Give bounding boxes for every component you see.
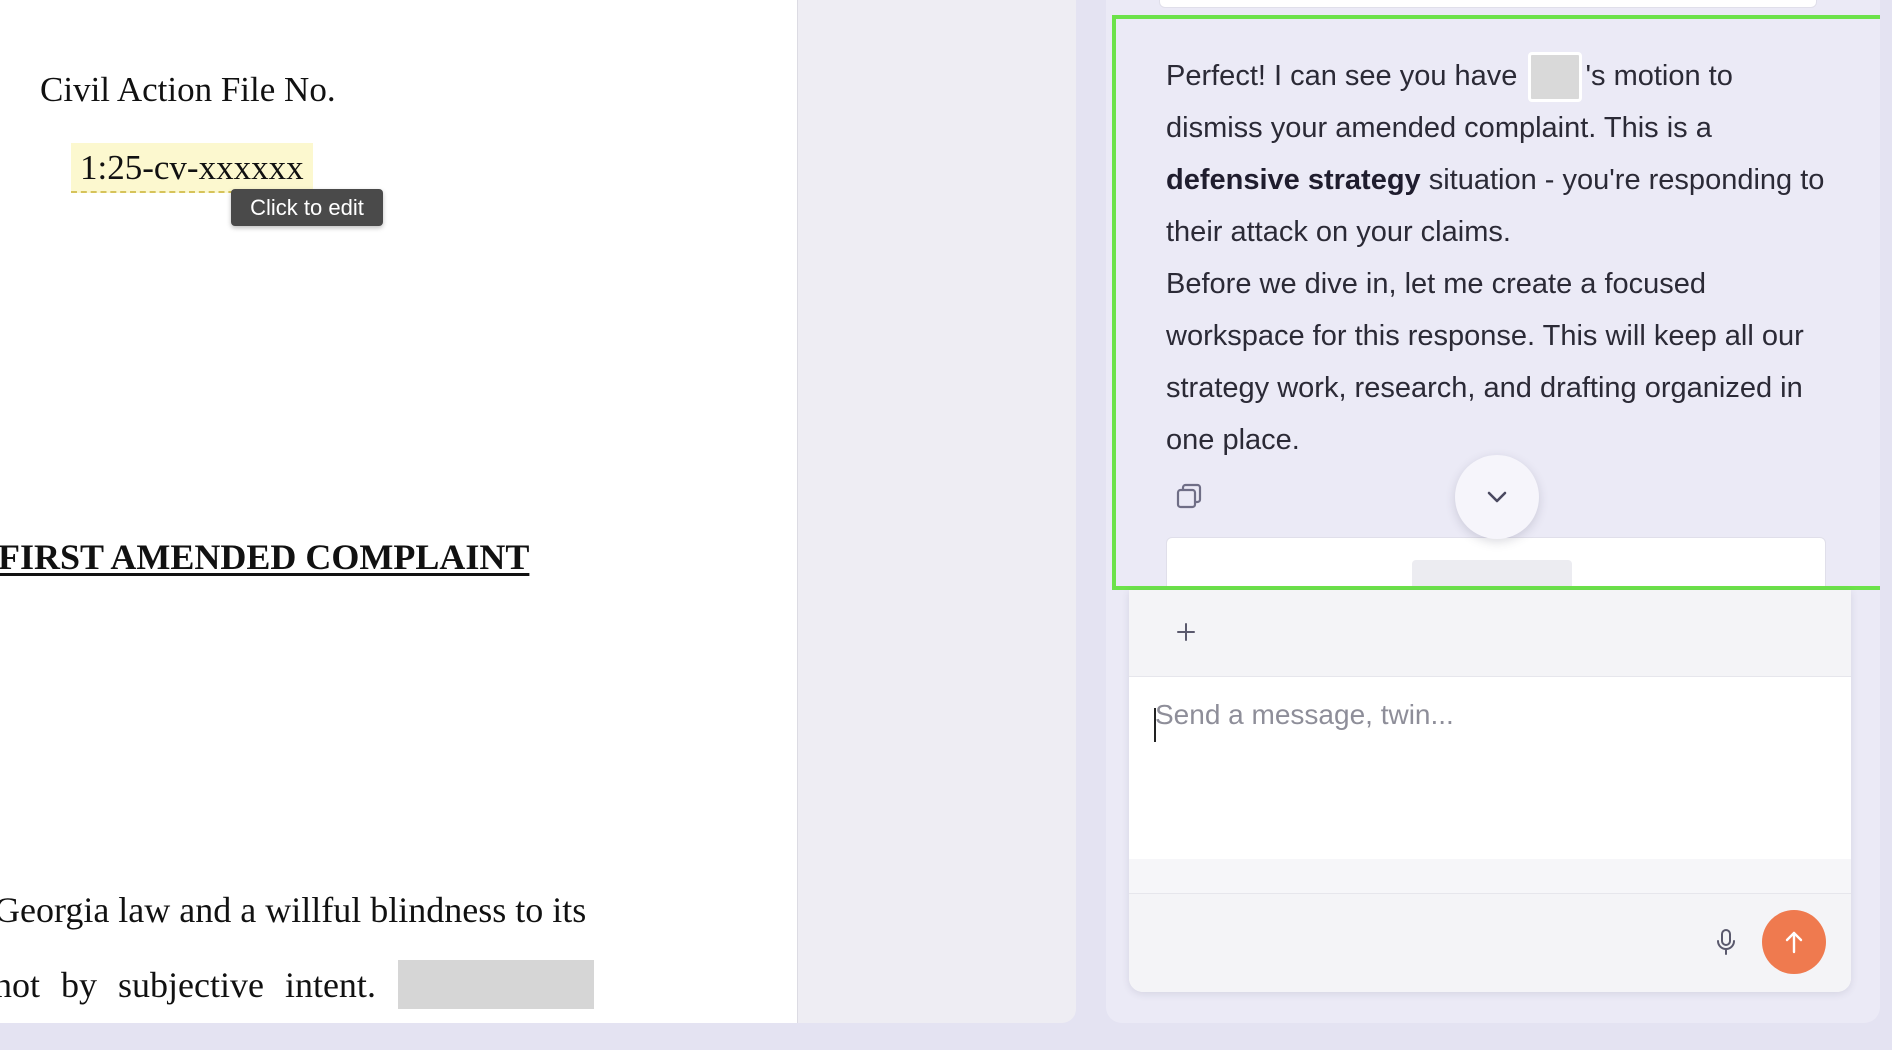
scroll-down-button[interactable] — [1455, 455, 1539, 539]
document-page: Civil Action File No. 1:25-cv-xxxxxx Cli… — [0, 0, 798, 1023]
document-text-line: Georgia law and a willful blindness to i… — [0, 890, 587, 930]
app-window: Civil Action File No. 1:25-cv-xxxxxx Cli… — [0, 0, 1892, 1050]
plus-icon — [1177, 623, 1195, 641]
redacted-name — [1528, 52, 1583, 103]
composer-footer — [1129, 894, 1851, 992]
file-number-label: Civil Action File No. — [40, 70, 336, 109]
add-attachment-button[interactable] — [1169, 615, 1203, 649]
send-button[interactable] — [1762, 910, 1826, 974]
arrow-up-icon — [1785, 931, 1803, 954]
composer-divider — [1129, 859, 1851, 894]
microphone-button[interactable] — [1704, 920, 1748, 964]
previous-card — [1159, 0, 1817, 8]
text-caret — [1154, 708, 1156, 742]
edit-tooltip: Click to edit — [231, 189, 383, 226]
document-pane: Civil Action File No. 1:25-cv-xxxxxx Cli… — [0, 0, 1076, 1023]
message-paragraph: Before we dive in, let me create a focus… — [1166, 268, 1804, 457]
redacted-block — [398, 960, 594, 1009]
chevron-down-icon — [1487, 491, 1507, 503]
assistant-message: Perfect! I can see you have 's motion to… — [1112, 15, 1880, 590]
microphone-icon — [1717, 929, 1735, 955]
chat-panel: Perfect! I can see you have 's motion to… — [1106, 0, 1880, 1023]
message-text-span: Perfect! I can see you have — [1166, 60, 1526, 92]
copy-icon — [1176, 483, 1202, 509]
message-composer — [1129, 590, 1851, 992]
next-card-placeholder — [1412, 560, 1572, 586]
message-body: Perfect! I can see you have 's motion to… — [1166, 50, 1826, 466]
document-text-line: not by subjective intent. — [0, 965, 376, 1005]
next-card — [1166, 537, 1826, 586]
composer-toolbar — [1129, 590, 1851, 677]
document-heading: FIRST AMENDED COMPLAINT — [0, 537, 530, 577]
message-paragraph: Perfect! I can see you have 's motion to… — [1166, 50, 1826, 258]
copy-button[interactable] — [1172, 479, 1206, 513]
message-input[interactable] — [1129, 677, 1851, 859]
message-bold-text: defensive strategy — [1166, 164, 1421, 197]
case-number-field[interactable]: 1:25-cv-xxxxxx — [71, 143, 313, 193]
